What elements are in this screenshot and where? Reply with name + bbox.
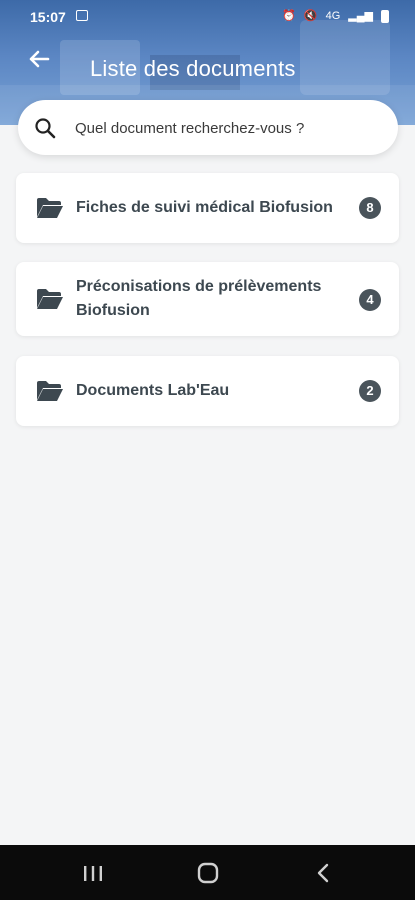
document-folder-label: Fiches de suivi médical Biofusion [76, 199, 333, 216]
document-folder-item[interactable]: Fiches de suivi médical Biofusion 8 [16, 173, 399, 243]
document-folder-item[interactable]: Préconisations de prélèvements Biofusion… [16, 262, 399, 336]
status-bar: 15:07 ⏰ 🔇 4G ▂▄▆ [0, 0, 415, 34]
document-folder-label: Documents Lab'Eau [76, 382, 230, 399]
system-navigation-bar [0, 845, 415, 900]
search-input[interactable] [73, 110, 387, 146]
folder-open-icon [37, 289, 63, 309]
folder-open-icon [37, 381, 63, 401]
home-button[interactable] [193, 859, 223, 887]
recents-icon [84, 866, 102, 881]
recents-button[interactable] [78, 859, 108, 887]
status-time: 15:07 [30, 9, 66, 25]
nav-back-button[interactable] [308, 859, 338, 887]
search-icon [35, 118, 56, 139]
document-count-badge: 4 [359, 289, 381, 311]
folder-open-icon [37, 198, 63, 218]
document-folder-label: Préconisations de prélèvements Biofusion [76, 278, 322, 319]
network-type: 4G [325, 10, 341, 22]
mute-icon: 🔇 [303, 10, 318, 22]
gallery-notification-icon [76, 10, 88, 21]
battery-icon [381, 9, 389, 23]
alarm-icon: ⏰ [282, 10, 296, 22]
page-title: Liste des documents [90, 56, 296, 81]
document-count-badge: 8 [359, 197, 381, 219]
home-icon [197, 862, 219, 884]
back-button[interactable] [24, 44, 54, 74]
search-bar[interactable] [18, 100, 398, 155]
document-folder-item[interactable]: Documents Lab'Eau 2 [16, 356, 399, 426]
arrow-left-icon [29, 50, 50, 68]
back-icon [317, 863, 329, 883]
signal-icon: ▂▄▆ [348, 10, 373, 22]
document-count-badge: 2 [359, 380, 381, 402]
